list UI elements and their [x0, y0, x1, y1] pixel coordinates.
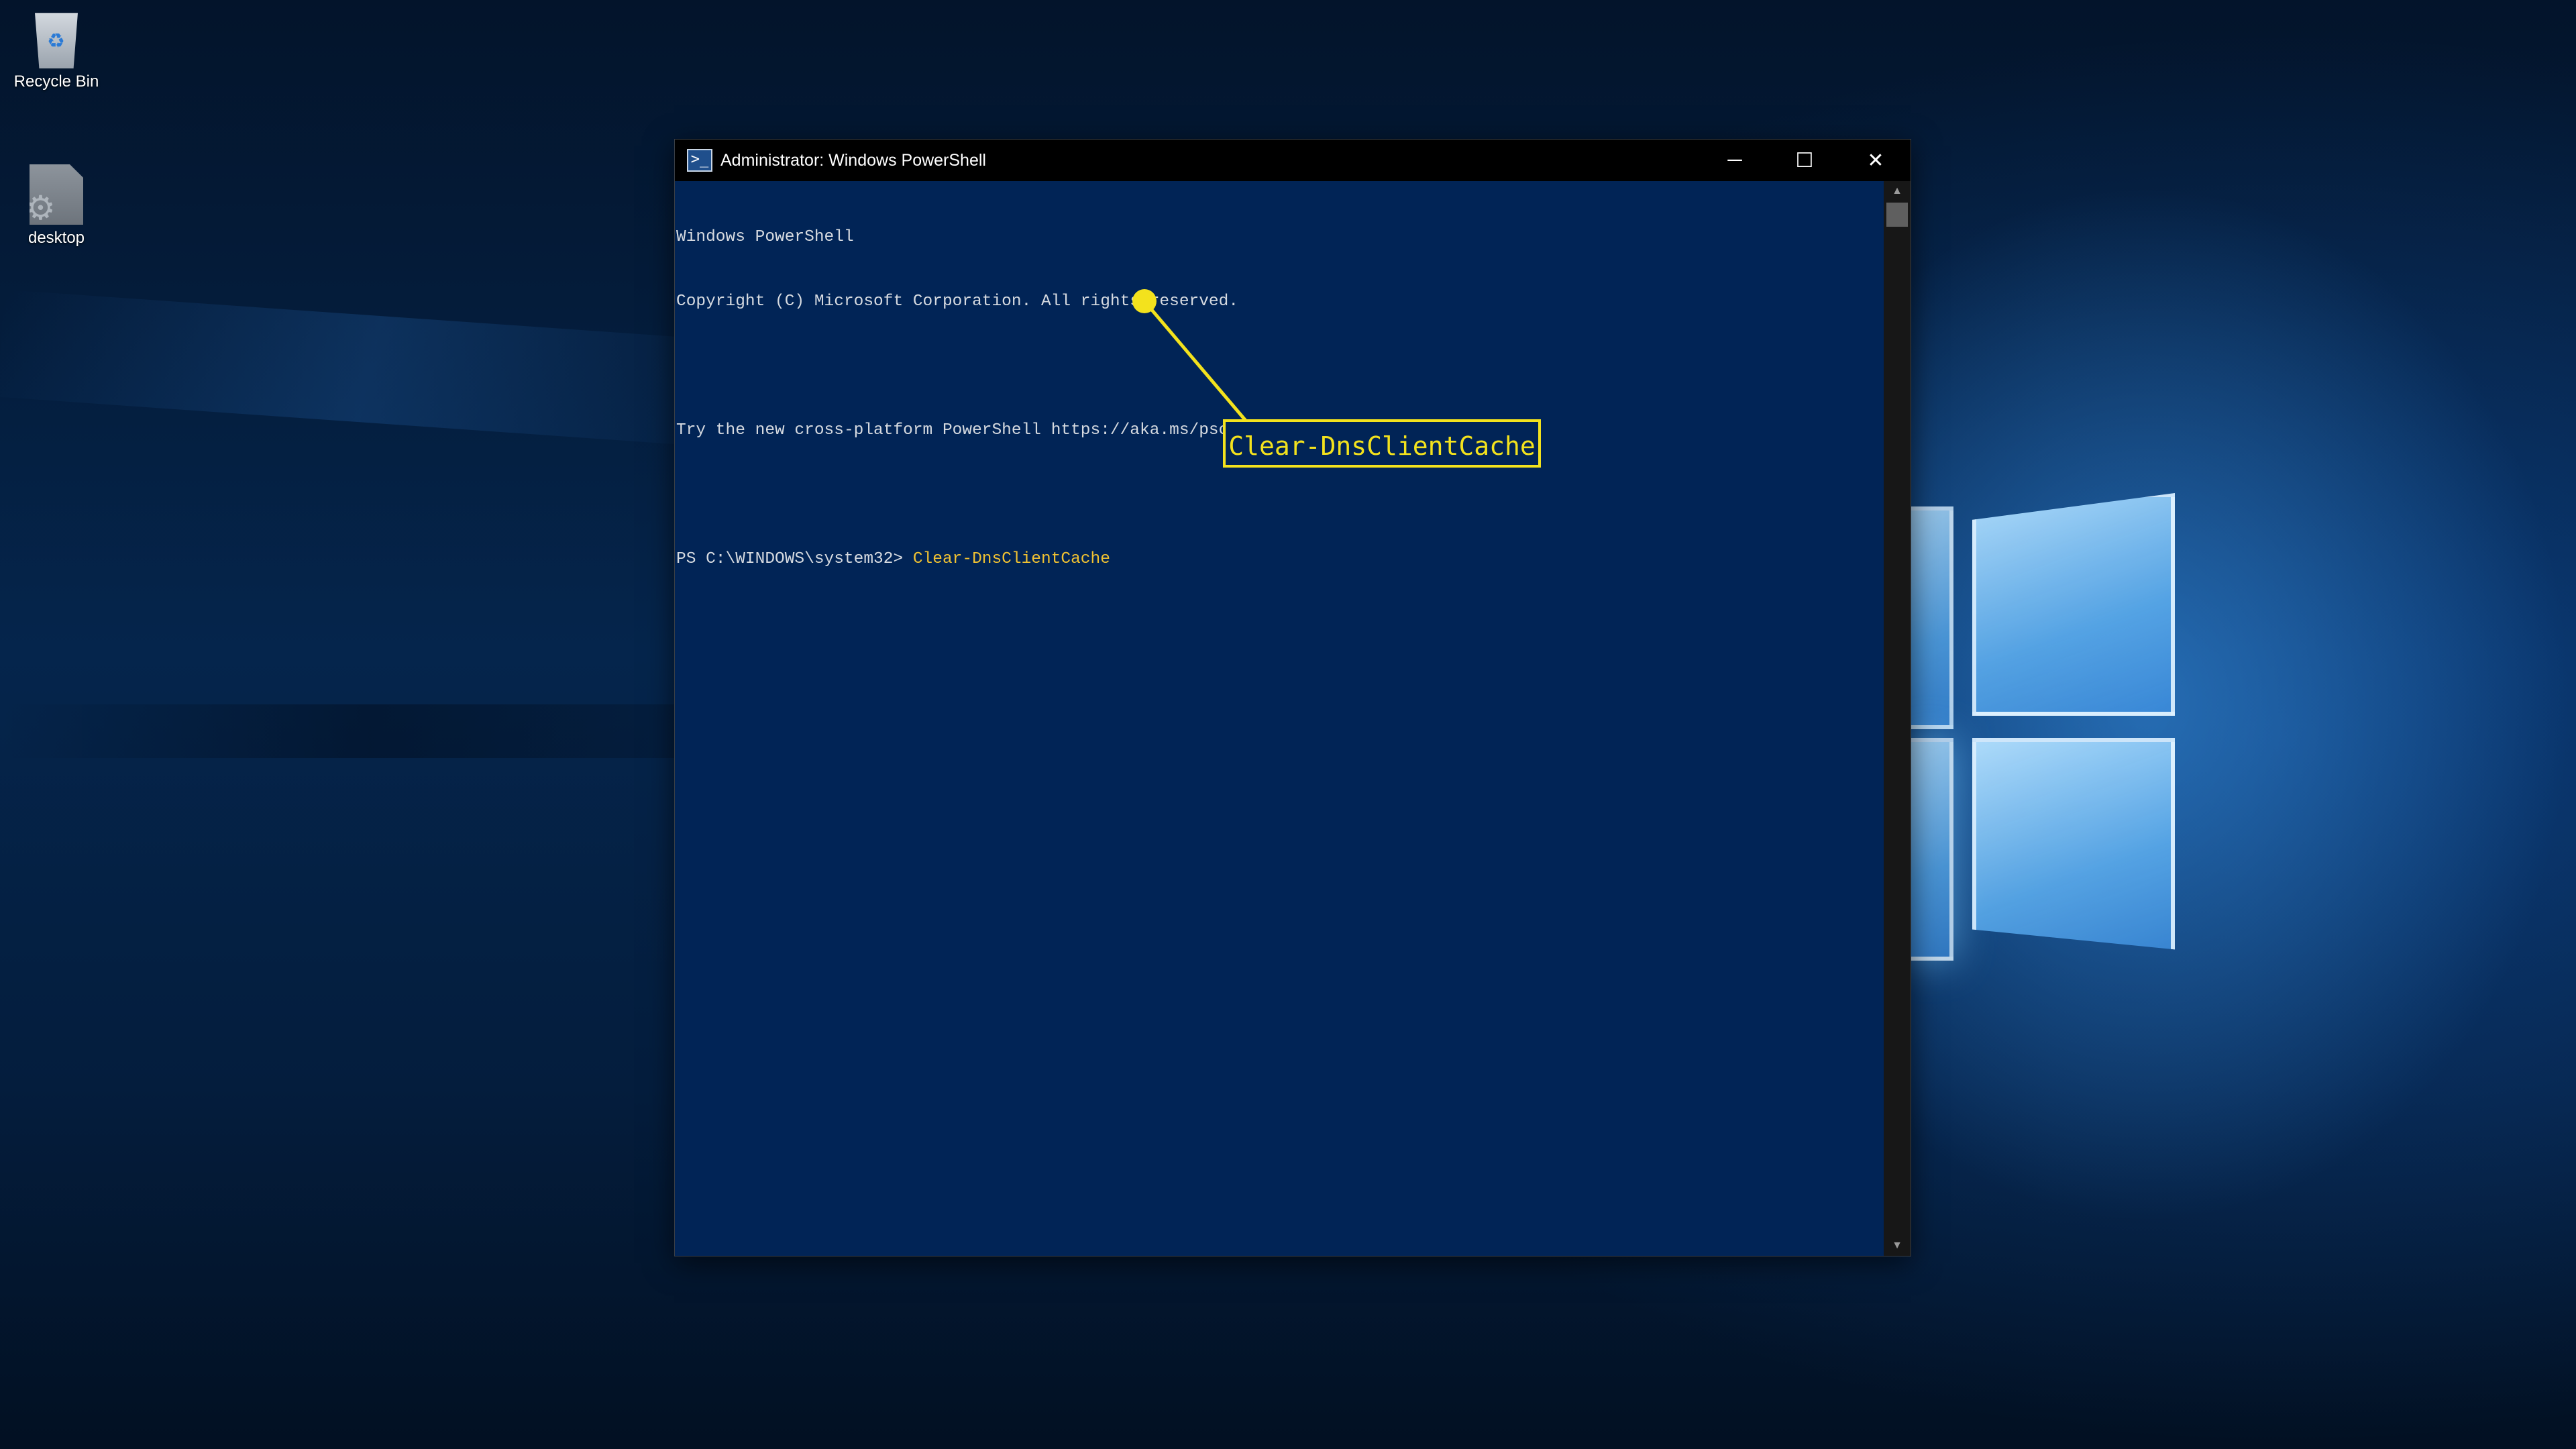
desktop-icon-label: desktop	[28, 229, 85, 247]
annotation-dot	[1132, 289, 1157, 313]
powershell-window[interactable]: >_ Administrator: Windows PowerShell ─ ☐…	[674, 139, 1911, 1256]
window-title: Administrator: Windows PowerShell	[720, 150, 986, 170]
vertical-scrollbar[interactable]: ▲ ▼	[1884, 181, 1911, 1256]
windows-logo-wallpaper	[1905, 456, 2308, 1006]
maximize-button[interactable]: ☐	[1770, 140, 1839, 181]
settings-shortcut-icon: ⚙	[30, 164, 83, 225]
console-prompt: PS C:\WINDOWS\system32>	[676, 550, 913, 568]
console-line: Copyright (C) Microsoft Corporation. All…	[676, 292, 1239, 311]
recycle-bin-icon: ♻	[35, 13, 78, 68]
console-command: Clear-DnsClientCache	[912, 550, 1110, 568]
powershell-icon: >_	[687, 149, 712, 172]
logo-pane	[1905, 506, 1953, 729]
logo-pane	[1972, 738, 2175, 950]
wallpaper-shadow-band	[0, 704, 738, 758]
scroll-up-icon[interactable]: ▲	[1884, 181, 1911, 201]
close-button[interactable]: ✕	[1841, 140, 1911, 181]
window-titlebar[interactable]: >_ Administrator: Windows PowerShell ─ ☐…	[675, 140, 1911, 181]
wallpaper-light-beam	[0, 289, 741, 449]
desktop-icon-recycle-bin[interactable]: ♻ Recycle Bin	[3, 8, 110, 91]
annotation-callout: Clear-DnsClientCache	[1223, 419, 1541, 468]
desktop-icon-desktop[interactable]: ⚙ desktop	[3, 164, 110, 248]
console-line: Windows PowerShell	[676, 228, 854, 246]
desktop-icon-label: Recycle Bin	[13, 72, 99, 91]
logo-pane	[1905, 738, 1953, 961]
console-output[interactable]: Windows PowerShell Copyright (C) Microso…	[675, 181, 1884, 1256]
console-prompt-line[interactable]: PS C:\WINDOWS\system32> Clear-DnsClientC…	[675, 549, 1884, 570]
scroll-down-icon[interactable]: ▼	[1884, 1236, 1911, 1256]
logo-pane	[1972, 493, 2175, 716]
scrollbar-thumb[interactable]	[1886, 203, 1908, 227]
minimize-button[interactable]: ─	[1700, 140, 1770, 181]
